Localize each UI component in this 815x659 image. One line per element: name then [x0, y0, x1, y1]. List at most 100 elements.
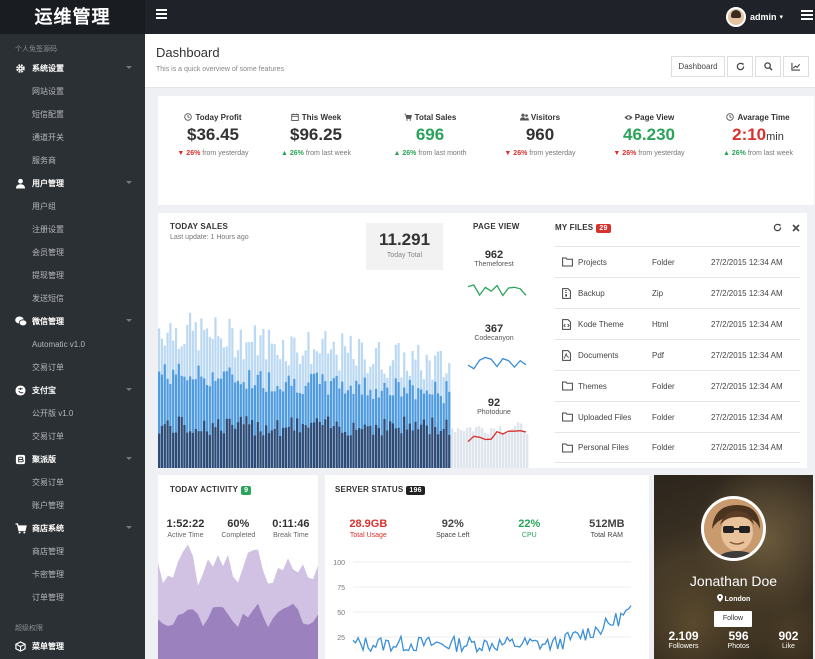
- sidebar-group-4[interactable]: 聚派版: [0, 448, 145, 471]
- dashboard-button[interactable]: Dashboard: [671, 56, 725, 77]
- file-name-cell: Documents: [555, 350, 652, 361]
- page-subtitle: This is a quick overview of some feature…: [156, 66, 284, 73]
- pageview-sparklines: [467, 284, 527, 443]
- y-tick-label: 25: [337, 635, 345, 642]
- sidebar-item[interactable]: 用户组: [0, 195, 145, 218]
- stat-label: Today Profit: [158, 113, 268, 122]
- sidebar-item[interactable]: 会员管理: [0, 241, 145, 264]
- cart-icon: [404, 113, 412, 121]
- profile-location: London: [654, 594, 813, 603]
- server-line-chart: 1007550250: [333, 560, 632, 654]
- refresh-button[interactable]: [727, 56, 753, 77]
- file-type: Folder: [652, 257, 675, 267]
- stat-change: ▲ 26% from last week: [703, 150, 813, 157]
- app-logo[interactable]: 运维管理: [0, 0, 145, 34]
- refresh-icon: [736, 62, 744, 71]
- file-name-cell: Kode Theme: [555, 319, 652, 330]
- file-name: Backup: [578, 288, 605, 298]
- close-icon[interactable]: [792, 224, 800, 232]
- map-marker-icon: [716, 594, 723, 602]
- stat-change-percent: 26%: [622, 150, 637, 157]
- y-tick-label: 75: [337, 585, 345, 592]
- stat-value: $96.25: [261, 125, 371, 145]
- arrow-down-icon: ▼: [177, 150, 187, 157]
- file-row[interactable]: Personal Files Folder 27/2/2015 12:34 AM: [555, 432, 800, 463]
- sidebar-item[interactable]: 账户管理: [0, 494, 145, 517]
- file-date: 27/2/2015 12:34 AM: [711, 412, 783, 422]
- file-row[interactable]: Projects Folder 27/2/2015 12:34 AM: [555, 246, 800, 277]
- folder-icon: [562, 412, 573, 422]
- stat-change-percent: 26%: [402, 150, 417, 157]
- file-row[interactable]: Themes Folder 27/2/2015 12:34 AM: [555, 370, 800, 401]
- files-count-badge: 29: [596, 224, 611, 233]
- right-sidebar-toggle-icon[interactable]: [801, 10, 813, 22]
- profile-stat-label: Followers: [668, 643, 699, 650]
- sidebar-item[interactable]: 订单管理: [0, 586, 145, 609]
- file-row[interactable]: Uploaded Files Folder 27/2/2015 12:34 AM: [555, 401, 800, 432]
- arrow-down-icon: ▼: [504, 150, 514, 157]
- sidebar-item[interactable]: 通道开关: [0, 126, 145, 149]
- sidebar-group-0[interactable]: 系统设置: [0, 57, 145, 80]
- file-type: Zip: [652, 288, 664, 298]
- chart-button[interactable]: [783, 56, 809, 77]
- y-tick-label: 100: [333, 560, 345, 567]
- sidebar-item[interactable]: 卡密管理: [0, 563, 145, 586]
- stat-label-text: Total Sales: [414, 113, 457, 122]
- file-row[interactable]: Documents Pdf 27/2/2015 12:34 AM: [555, 339, 800, 370]
- sidebar-item[interactable]: Automatic v1.0: [0, 333, 145, 356]
- sidebar-item[interactable]: 交易订单: [0, 425, 145, 448]
- arrow-down-icon: ▼: [613, 150, 623, 157]
- sidebar-group-1[interactable]: 用户管理: [0, 172, 145, 195]
- caret-down-icon: [126, 457, 132, 460]
- search-button[interactable]: [755, 56, 781, 77]
- profile-stat-value: 902: [778, 629, 799, 643]
- box-icon: [15, 454, 26, 465]
- file-type: Html: [652, 319, 669, 329]
- stat-value-text: 960: [525, 125, 555, 144]
- sidebar-item[interactable]: 短信配置: [0, 103, 145, 126]
- profile-stat-value: 2.109: [668, 629, 699, 643]
- stat-change-suffix: from yesterday: [202, 150, 249, 157]
- file-row[interactable]: Kode Theme Html 27/2/2015 12:34 AM: [555, 308, 800, 339]
- sidebar-item[interactable]: 服务商: [0, 149, 145, 172]
- profile-location-text: London: [724, 596, 751, 603]
- stat-label: Avarage Time: [703, 113, 813, 122]
- sidebar-item[interactable]: 发送短信: [0, 287, 145, 310]
- menu-toggle-icon[interactable]: [156, 9, 167, 21]
- sidebar-item[interactable]: 网站设置: [0, 80, 145, 103]
- users-icon: [519, 113, 529, 121]
- sidebar-item[interactable]: 公开版 v1.0: [0, 402, 145, 425]
- stat-change: ▼ 26% from yesterday: [594, 150, 704, 157]
- avatar: [701, 496, 766, 561]
- sidebar-group-2[interactable]: 微信管理: [0, 310, 145, 333]
- file-date: 27/2/2015 12:34 AM: [711, 319, 783, 329]
- stat-value: 46.230: [594, 125, 704, 145]
- sidebar-item[interactable]: 注册设置: [0, 218, 145, 241]
- admin-user-menu[interactable]: admin ▾: [726, 6, 783, 28]
- top-navbar: 运维管理 admin ▾: [0, 0, 815, 34]
- file-date: 27/2/2015 12:34 AM: [711, 288, 783, 298]
- stat-value-text: $96.25: [290, 125, 342, 144]
- arrow-up-icon: ▲: [723, 150, 732, 157]
- sparkline: [467, 284, 527, 297]
- stat-label: Page View: [594, 113, 704, 122]
- sidebar-group-3[interactable]: 支付宝: [0, 379, 145, 402]
- file-name: Themes: [578, 381, 607, 391]
- sidebar-item[interactable]: 交易订单: [0, 471, 145, 494]
- stat-label-text: Page View: [634, 113, 675, 122]
- sidebar-item[interactable]: 提现管理: [0, 264, 145, 287]
- sidebar-item[interactable]: 商店管理: [0, 540, 145, 563]
- sidebar-group-menu-manage[interactable]: 菜单管理: [0, 635, 145, 658]
- avatar: [726, 7, 746, 27]
- files-title: MY FILES 29: [555, 223, 611, 233]
- follow-button[interactable]: Follow: [714, 611, 752, 627]
- sidebar-group-5[interactable]: 商店系统: [0, 517, 145, 540]
- panel-title: MY FILES: [555, 223, 594, 232]
- stat-value-unit: min: [766, 131, 784, 143]
- file-row[interactable]: Backup Zip 27/2/2015 12:34 AM: [555, 277, 800, 308]
- arrow-up-icon: ▲: [393, 150, 403, 157]
- stat-change-percent: 26%: [186, 150, 201, 157]
- stat-change-percent: 26%: [731, 150, 746, 157]
- sidebar-item[interactable]: 交易订单: [0, 356, 145, 379]
- refresh-icon[interactable]: [773, 223, 782, 232]
